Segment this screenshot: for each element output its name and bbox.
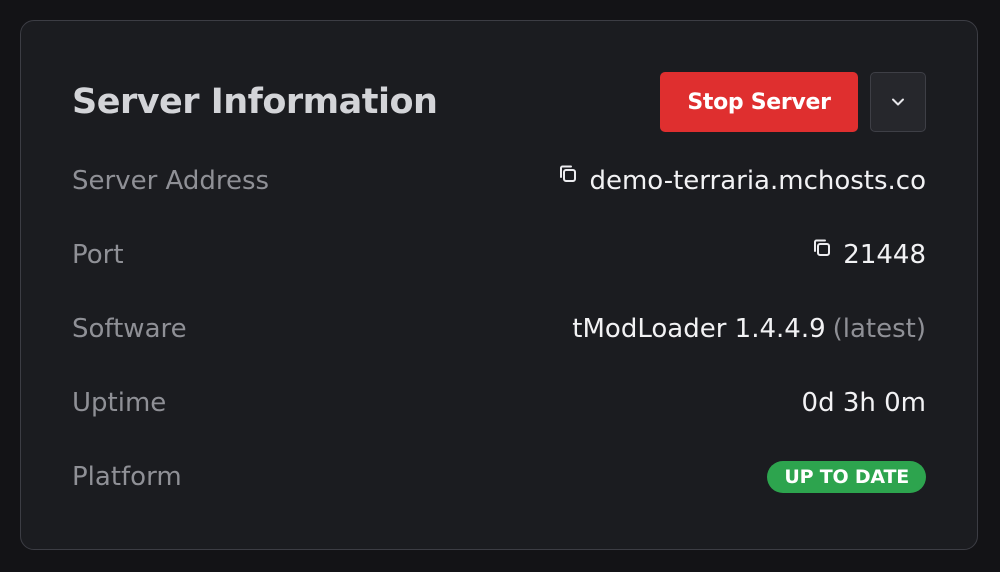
server-address-label: Server Address (72, 166, 270, 196)
stop-server-button[interactable]: Stop Server (660, 72, 858, 132)
status-badge: UP TO DATE (767, 461, 926, 493)
platform-label: Platform (72, 462, 182, 492)
software-label: Software (72, 314, 187, 344)
server-address-value-group: demo-terraria.mchosts.co (557, 163, 926, 196)
server-address-value: demo-terraria.mchosts.co (589, 166, 926, 196)
server-info-card: Server Information Stop Server Server Ad… (20, 20, 978, 550)
port-label: Port (72, 240, 124, 270)
row-platform: Platform UP TO DATE (72, 440, 926, 514)
row-server-address: Server Address demo-terraria.mchosts.co (72, 144, 926, 218)
row-software: Software tModLoader 1.4.4.9 (latest) (72, 292, 926, 366)
software-value-group: tModLoader 1.4.4.9 (latest) (572, 314, 926, 344)
row-port: Port 21448 (72, 218, 926, 292)
uptime-value: 0d 3h 0m (801, 388, 926, 418)
port-value: 21448 (843, 240, 926, 270)
info-rows: Server Address demo-terraria.mchosts.co … (72, 144, 926, 514)
card-header: Server Information Stop Server (72, 72, 926, 132)
port-value-group: 21448 (811, 237, 926, 270)
software-version-status: (latest) (832, 314, 926, 344)
uptime-label: Uptime (72, 388, 167, 418)
row-uptime: Uptime 0d 3h 0m (72, 366, 926, 440)
software-value: tModLoader 1.4.4.9 (572, 314, 826, 344)
card-title: Server Information (72, 82, 438, 122)
server-actions-dropdown-button[interactable] (870, 72, 926, 132)
copy-icon[interactable] (557, 163, 579, 185)
chevron-down-icon (892, 98, 904, 106)
copy-icon[interactable] (811, 237, 833, 259)
header-actions: Stop Server (660, 72, 926, 132)
